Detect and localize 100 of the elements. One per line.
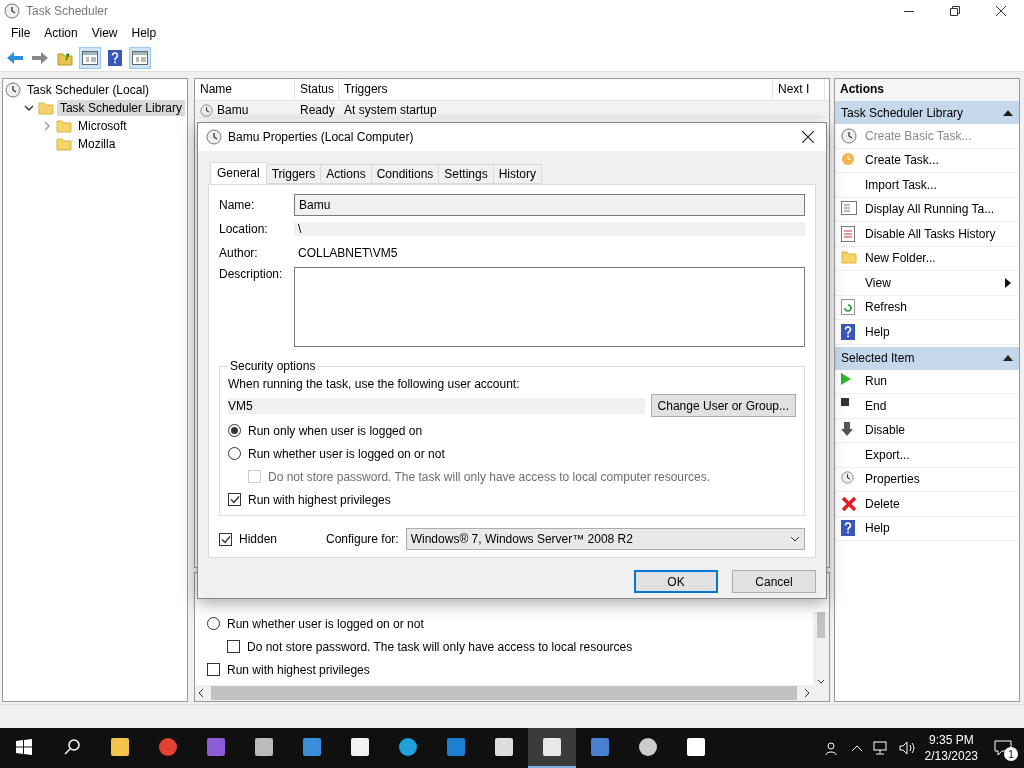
- pane-command[interactable]: Display All Running Ta...: [865, 202, 1019, 217]
- toolbar-button[interactable]: [129, 46, 151, 69]
- name-field[interactable]: Bamu: [294, 193, 805, 216]
- checkbox[interactable]: [219, 532, 232, 546]
- tree-item[interactable]: Microsoft: [75, 118, 130, 134]
- pane-command[interactable]: Properties: [865, 472, 1019, 487]
- pane-command[interactable]: Export...: [865, 447, 1019, 462]
- author-field[interactable]: COLLABNET\VM5: [294, 245, 805, 260]
- toolbar-button[interactable]: [79, 46, 101, 69]
- folder-icon: [56, 119, 72, 133]
- help-icon: [108, 49, 122, 66]
- play-icon: [841, 373, 851, 386]
- app-icon: [253, 736, 275, 758]
- pane-command[interactable]: End: [865, 398, 1019, 413]
- collapse-icon[interactable]: [1003, 355, 1013, 361]
- menu-item[interactable]: Action: [37, 26, 85, 40]
- menu-item[interactable]: View: [84, 26, 125, 40]
- tab[interactable]: Conditions: [370, 164, 440, 184]
- pane-command[interactable]: Help: [865, 324, 1019, 339]
- tab[interactable]: Settings: [438, 164, 494, 184]
- app-icon: [109, 736, 131, 758]
- change-user-button[interactable]: Change User or Group...: [650, 394, 796, 417]
- radio-button[interactable]: [207, 617, 220, 630]
- tree-item[interactable]: Mozilla: [75, 136, 119, 152]
- scroll-down-icon[interactable]: [817, 679, 825, 685]
- scroll-thumb[interactable]: [211, 686, 797, 700]
- close-icon: [996, 6, 1006, 16]
- configure-for-dropdown[interactable]: Windows® 7, Windows Server™ 2008 R2: [405, 528, 805, 550]
- search-icon: [64, 739, 80, 755]
- dialog-clock-icon: [206, 129, 222, 145]
- menu-item[interactable]: File: [4, 26, 38, 40]
- tab[interactable]: Triggers: [265, 164, 322, 184]
- pane-command[interactable]: Create Task...: [865, 153, 1019, 168]
- radio-button[interactable]: [228, 424, 241, 437]
- speaker-icon[interactable]: [898, 741, 915, 755]
- field-label: Description:: [219, 267, 284, 283]
- notification-count: 1: [1004, 747, 1018, 761]
- app-icon: [685, 736, 707, 758]
- option-label: Run with highest privileges: [248, 492, 391, 507]
- chevron-down-icon[interactable]: [24, 104, 34, 112]
- tree-item[interactable]: Task Scheduler Library: [56, 100, 185, 116]
- close-icon: [802, 131, 814, 143]
- dialog-button[interactable]: Cancel: [732, 570, 816, 593]
- vertical-scrollbar[interactable]: [813, 612, 829, 685]
- table-cell: Bamu: [217, 103, 249, 117]
- option-label: Do not store password. The task will only have access to local computer resources.: [268, 469, 710, 484]
- menu-item[interactable]: Help: [124, 26, 164, 40]
- forward-arrow-icon: [31, 50, 49, 65]
- app-icon: [301, 736, 323, 758]
- app-icon: [349, 736, 371, 758]
- network-icon[interactable]: [872, 741, 889, 755]
- option-label: Run with highest privileges: [227, 662, 370, 677]
- column-header[interactable]: Status: [295, 79, 339, 100]
- column-header[interactable]: Next I: [773, 79, 825, 100]
- pane-title: Actions: [835, 79, 1019, 101]
- location-field[interactable]: \: [294, 221, 805, 236]
- section-title: Selected Item: [841, 351, 915, 365]
- pane-command[interactable]: Help: [865, 521, 1019, 536]
- checkbox[interactable]: [227, 640, 240, 653]
- table-cell: Ready: [300, 103, 335, 117]
- option-label: Run only when user is logged on: [248, 423, 423, 438]
- column-header[interactable]: Name: [195, 79, 295, 100]
- tree-item[interactable]: Task Scheduler (Local): [24, 82, 153, 98]
- account-field[interactable]: VM5: [228, 397, 645, 414]
- help-icon: [841, 520, 855, 537]
- pane-command[interactable]: Disable All Tasks History: [865, 226, 1019, 241]
- close-icon: [841, 495, 857, 512]
- restore-icon: [950, 6, 960, 16]
- horizontal-scrollbar[interactable]: [195, 685, 829, 701]
- taskbar-app[interactable]: [528, 728, 576, 768]
- scroll-thumb[interactable]: [817, 612, 825, 638]
- chevron-up-icon[interactable]: [850, 744, 863, 752]
- folder-icon: [841, 250, 857, 265]
- option-label: Run whether user is logged on or not: [227, 616, 424, 631]
- tab[interactable]: Actions: [320, 164, 372, 184]
- pane-command[interactable]: New Folder...: [865, 251, 1019, 266]
- description-field[interactable]: [294, 267, 805, 347]
- clock-date[interactable]: 2/13/2023: [924, 748, 978, 764]
- field-label: Author:: [219, 245, 259, 260]
- pane-command[interactable]: Delete: [865, 496, 1019, 511]
- notification-button[interactable]: 1: [988, 733, 1018, 763]
- radio-button[interactable]: [228, 447, 241, 460]
- pane-icon: [82, 50, 98, 65]
- chevron-right-icon[interactable]: [43, 121, 51, 131]
- dialog-button[interactable]: OK: [634, 570, 718, 593]
- clock-time[interactable]: 9:35 PM: [928, 732, 974, 748]
- option-label: Do not store password. The task will only have access to local resources: [247, 639, 633, 654]
- refresh-icon: [841, 299, 855, 316]
- checkbox[interactable]: [207, 663, 220, 676]
- collapse-icon[interactable]: [1003, 109, 1013, 116]
- pane-command[interactable]: Refresh: [865, 300, 1019, 315]
- pane-command[interactable]: Import Task...: [865, 177, 1019, 192]
- pane-command[interactable]: View: [865, 275, 997, 290]
- checkbox[interactable]: [228, 493, 241, 506]
- pane-command[interactable]: Run: [865, 374, 1019, 389]
- clock-icon: [841, 471, 854, 485]
- column-header[interactable]: Triggers: [339, 79, 773, 100]
- tab[interactable]: History: [492, 164, 543, 184]
- tab[interactable]: General: [210, 162, 267, 184]
- pane-command[interactable]: Disable: [865, 423, 1019, 438]
